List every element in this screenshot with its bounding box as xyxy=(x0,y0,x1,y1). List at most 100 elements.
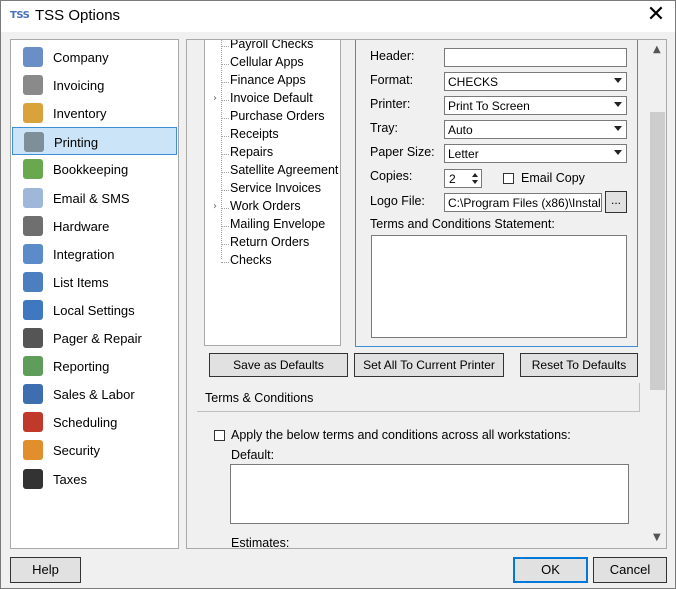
nav-item-printing[interactable]: Printing xyxy=(12,127,177,156)
nav-item-local-settings[interactable]: Local Settings xyxy=(12,296,177,324)
scroll-up-icon[interactable]: ▲ xyxy=(653,44,661,55)
nav-item-label: Scheduling xyxy=(53,415,118,431)
nav-item-integration[interactable]: Integration xyxy=(12,240,177,268)
nav-item-label: Sales & Labor xyxy=(53,387,135,403)
format-value: CHECKS xyxy=(448,75,499,89)
default-terms-label: Default: xyxy=(231,448,275,462)
copies-label: Copies: xyxy=(370,169,413,183)
tree-guide-line xyxy=(221,154,229,155)
nav-item-label: Company xyxy=(53,50,109,65)
nav-item-label: Integration xyxy=(53,246,115,262)
close-icon[interactable]: ✕ xyxy=(641,3,671,29)
default-terms-input[interactable] xyxy=(230,464,629,524)
apply-all-workstations-checkbox[interactable] xyxy=(214,430,225,441)
scroll-thumb[interactable] xyxy=(650,112,665,390)
nav-item-hardware[interactable]: Hardware xyxy=(12,212,177,240)
copies-stepper[interactable]: 2 xyxy=(444,169,482,188)
invoicing-icon xyxy=(23,75,43,96)
bookkeeping-icon xyxy=(23,159,43,180)
nav-item-list-items[interactable]: List Items xyxy=(12,268,177,296)
security-icon xyxy=(23,440,43,461)
email-copy-label: Email Copy xyxy=(521,171,585,185)
tree-guide-line xyxy=(221,244,229,245)
print-list-item[interactable]: Return Orders xyxy=(230,235,309,249)
title-bar: TSS TSS Options ✕ xyxy=(1,1,675,32)
nav-item-email-sms[interactable]: Email & SMS xyxy=(12,184,177,212)
nav-item-label: Pager & Repair xyxy=(53,331,142,346)
nav-item-inventory[interactable]: Inventory xyxy=(12,99,177,127)
pager-icon xyxy=(23,328,43,348)
ok-button[interactable]: OK xyxy=(513,557,588,583)
email-copy-checkbox[interactable] xyxy=(503,173,514,184)
tray-value: Auto xyxy=(448,123,473,137)
print-list-item[interactable]: Cellular Apps xyxy=(230,55,304,69)
header-input[interactable] xyxy=(444,48,627,67)
cancel-button[interactable]: Cancel xyxy=(593,557,667,583)
apply-all-workstations-label: Apply the below terms and conditions acr… xyxy=(231,428,571,442)
save-as-defaults-button[interactable]: Save as Defaults xyxy=(209,353,348,377)
nav-item-scheduling[interactable]: Scheduling xyxy=(12,408,177,436)
chevron-down-icon xyxy=(614,102,622,107)
tree-guide-line xyxy=(221,208,229,209)
nav-item-security[interactable]: Security xyxy=(12,436,177,464)
terms-section-header[interactable]: Terms & Conditions xyxy=(197,383,640,412)
format-select[interactable]: CHECKS xyxy=(444,72,627,91)
nav-item-label: Printing xyxy=(54,135,99,151)
nav-item-label: Email & SMS xyxy=(53,190,130,206)
logo-file-input[interactable]: C:\Program Files (x86)\Installe xyxy=(444,193,602,212)
printer-icon xyxy=(24,132,44,153)
spin-down-icon[interactable] xyxy=(472,180,478,184)
help-button[interactable]: Help xyxy=(10,557,81,583)
expand-chevron-icon[interactable]: › xyxy=(213,93,217,104)
content-scrollbar[interactable]: ▲ ▼ xyxy=(648,40,666,548)
set-all-to-current-printer-button[interactable]: Set All To Current Printer xyxy=(354,353,504,377)
print-list-item[interactable]: Satellite Agreement xyxy=(230,163,338,177)
paper-size-value: Letter xyxy=(448,147,479,161)
nav-item-label: Taxes xyxy=(53,471,87,487)
nav-item-sales-labor[interactable]: Sales & Labor xyxy=(12,380,177,408)
spin-up-icon[interactable] xyxy=(472,173,478,177)
print-list-item[interactable]: Payroll Checks xyxy=(230,40,313,51)
window-title: TSS Options xyxy=(35,7,121,24)
paper-size-select[interactable]: Letter xyxy=(444,144,627,163)
tray-select[interactable]: Auto xyxy=(444,120,627,139)
nav-item-label: Local Settings xyxy=(53,302,135,318)
print-list-item[interactable]: Receipts xyxy=(230,127,279,141)
nav-item-company[interactable]: Company xyxy=(12,43,177,71)
tree-guide-line xyxy=(221,118,229,119)
print-list-item[interactable]: Service Invoices xyxy=(230,181,321,195)
scroll-down-icon[interactable]: ▼ xyxy=(653,532,661,543)
nav-item-pager-repair[interactable]: Pager & Repair xyxy=(12,324,177,352)
tree-guide-line xyxy=(221,190,229,191)
estimates-terms-label: Estimates: xyxy=(231,536,290,549)
printer-select[interactable]: Print To Screen xyxy=(444,96,627,115)
tree-guide-line xyxy=(221,46,229,47)
inventory-icon xyxy=(23,103,43,124)
print-list-item[interactable]: Mailing Envelope xyxy=(230,217,325,231)
nav-item-taxes[interactable]: Taxes xyxy=(12,465,177,493)
nav-item-reporting[interactable]: Reporting xyxy=(12,352,177,380)
printing-settings-panel: Payroll Checks Cellular Apps Finance Apps ›… xyxy=(186,39,667,549)
chevron-down-icon xyxy=(614,150,622,155)
print-list-item[interactable]: Invoice Default xyxy=(230,91,313,105)
print-list-item[interactable]: Finance Apps xyxy=(230,73,306,87)
reset-to-defaults-button[interactable]: Reset To Defaults xyxy=(520,353,638,377)
header-label: Header: xyxy=(370,49,415,63)
expand-chevron-icon[interactable]: › xyxy=(213,201,217,212)
terms-section-title: Terms & Conditions xyxy=(205,391,314,405)
print-list-item[interactable]: Purchase Orders xyxy=(230,109,324,123)
email-icon xyxy=(23,187,43,208)
print-list-item[interactable]: Work Orders xyxy=(230,199,301,213)
nav-item-bookkeeping[interactable]: Bookkeeping xyxy=(12,155,177,183)
print-list-item[interactable]: Checks xyxy=(230,253,272,267)
print-list-item[interactable]: Repairs xyxy=(230,145,273,159)
company-icon xyxy=(23,47,43,67)
print-options-form: Header: Format: CHECKS Printer: Print To… xyxy=(355,40,638,347)
tree-guide-line xyxy=(221,172,229,173)
browse-button[interactable]: ... xyxy=(605,191,627,213)
terms-statement-input[interactable] xyxy=(371,235,627,338)
nav-item-invoicing[interactable]: Invoicing xyxy=(12,71,177,99)
tss-logo-icon: TSS xyxy=(10,10,30,21)
tree-guide-line xyxy=(221,82,229,83)
nav-item-label: Inventory xyxy=(53,106,107,122)
